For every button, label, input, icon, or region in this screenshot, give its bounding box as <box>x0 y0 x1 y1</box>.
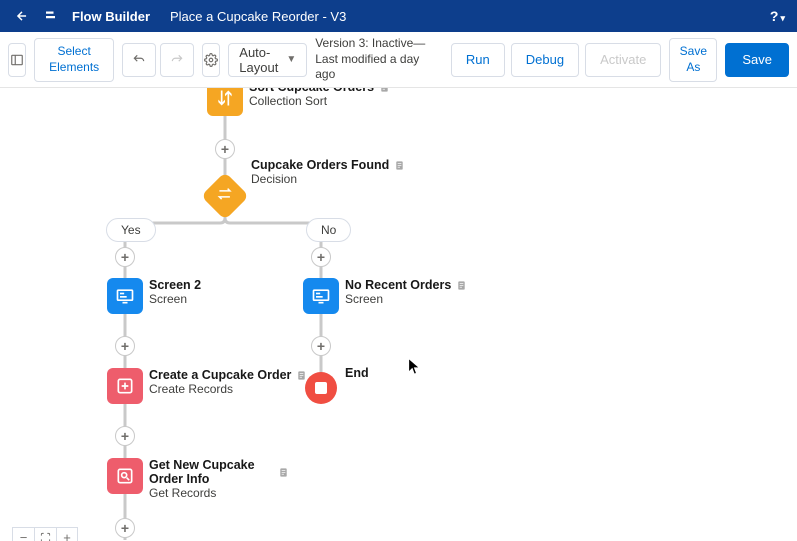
node-no-recent-orders[interactable]: No Recent Orders Screen <box>303 278 339 314</box>
undo-button[interactable] <box>122 43 156 77</box>
app-header: Flow Builder Place a Cupcake Reorder - V… <box>0 0 797 32</box>
toggle-panel-button[interactable] <box>8 43 26 77</box>
get-records-icon <box>115 466 135 486</box>
node-screen-2[interactable]: Screen 2 Screen <box>107 278 143 314</box>
zoom-out-button[interactable]: − <box>12 527 34 541</box>
save-button[interactable]: Save <box>725 43 789 77</box>
node-sort-cupcake-orders[interactable]: Sort Cupcake Orders Collection Sort <box>207 88 243 116</box>
run-button[interactable]: Run <box>451 43 505 77</box>
add-element-button[interactable]: + <box>311 247 331 267</box>
node-create-cupcake-order[interactable]: Create a Cupcake Order Create Records <box>107 368 143 404</box>
panel-icon <box>10 53 24 67</box>
back-button[interactable] <box>8 9 36 23</box>
layout-mode-select[interactable]: Auto-Layout ▼ <box>228 43 307 77</box>
branch-label-yes[interactable]: Yes <box>106 218 156 242</box>
settings-button[interactable] <box>202 43 220 77</box>
undo-icon <box>132 53 146 67</box>
screen-icon <box>115 286 135 306</box>
gear-icon <box>204 53 218 67</box>
zoom-fit-button[interactable] <box>34 527 56 541</box>
add-element-button[interactable]: + <box>115 518 135 538</box>
redo-button[interactable] <box>160 43 194 77</box>
sort-icon <box>215 88 235 108</box>
add-element-button[interactable]: + <box>215 139 235 159</box>
arrow-left-icon <box>15 9 29 23</box>
help-button[interactable]: ?▾ <box>770 8 785 24</box>
version-status: Version 3: Inactive—Last modified a day … <box>315 36 435 83</box>
chevron-down-icon: ▼ <box>286 54 296 65</box>
branch-label-no[interactable]: No <box>306 218 351 242</box>
doc-icon <box>378 88 390 93</box>
layout-mode-label: Auto-Layout <box>239 45 278 75</box>
doc-icon <box>393 159 405 171</box>
node-cupcake-orders-found[interactable]: Cupcake Orders Found Decision <box>201 172 249 220</box>
app-name: Flow Builder <box>72 9 150 24</box>
node-end[interactable]: End <box>305 372 337 404</box>
doc-icon <box>455 279 467 291</box>
debug-button[interactable]: Debug <box>511 43 579 77</box>
select-elements-button[interactable]: Select Elements <box>34 38 114 82</box>
decision-icon <box>216 185 234 203</box>
zoom-in-button[interactable]: + <box>56 527 78 541</box>
add-element-button[interactable]: + <box>115 426 135 446</box>
flow-canvas[interactable]: Sort Cupcake Orders Collection Sort + Cu… <box>0 88 797 541</box>
create-records-icon <box>115 376 135 396</box>
add-element-button[interactable]: + <box>115 247 135 267</box>
node-get-new-cupcake-order-info[interactable]: Get New Cupcake Order Info Get Records <box>107 458 143 494</box>
redo-icon <box>170 53 184 67</box>
screen-icon <box>311 286 331 306</box>
add-element-button[interactable]: + <box>115 336 135 356</box>
toolbar: Select Elements Auto-Layout ▼ Version 3:… <box>0 32 797 88</box>
flow-logo-icon <box>40 4 64 28</box>
save-as-button[interactable]: Save As <box>669 38 717 82</box>
activate-button[interactable]: Activate <box>585 43 661 77</box>
mouse-cursor-icon <box>408 358 422 376</box>
doc-icon <box>278 466 289 478</box>
add-element-button[interactable]: + <box>311 336 331 356</box>
flow-name: Place a Cupcake Reorder - V3 <box>170 9 346 24</box>
zoom-controls: − + <box>12 527 78 541</box>
